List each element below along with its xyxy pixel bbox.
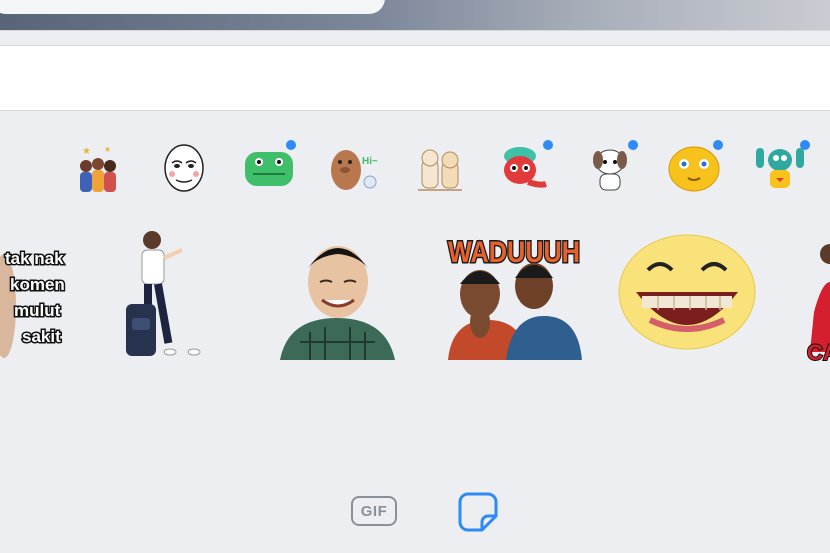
teal-monster-pack-icon [756,148,804,188]
partial-sticker-image: CA [806,244,830,366]
svg-text:Hi~: Hi~ [362,156,378,167]
sticker-grid: tak nak komen mulut sakit WADUUUH C [0,224,830,366]
green-dino-pack-icon [245,152,293,186]
gif-tab-button[interactable]: GIF [351,496,397,526]
background-header [0,0,830,30]
pack-green-dino[interactable] [243,140,296,194]
message-input-field[interactable] [0,46,830,110]
search-bar[interactable] [0,0,385,14]
pack-brown-bear[interactable]: Hi~ [328,142,380,194]
sticker-schoolkid[interactable] [122,228,212,360]
pack-dog-cat[interactable] [414,142,466,194]
mask-face-pack-icon [164,144,204,192]
pack-mask-face[interactable] [158,142,210,194]
sticker-pack-row: ★ ★ Hi~ [0,130,830,210]
pack-red-creature[interactable] [498,140,553,194]
new-badge [800,140,810,150]
squint-kid-sticker-image [280,246,395,360]
sticker-icon [458,492,498,532]
divider [0,110,830,111]
pack-teal-monster[interactable] [754,140,810,194]
caption-line: sakit [22,327,61,346]
pack-puppy[interactable] [584,140,638,194]
new-badge [628,140,638,150]
yellow-blob-pack-icon [668,146,720,192]
pack-friends[interactable]: ★ ★ [72,142,124,194]
waduh-sticker-image: WADUUUH [447,235,582,360]
schoolkid-sticker-image [126,231,201,356]
friends-pack-icon: ★ ★ [80,145,116,192]
new-badge [713,140,723,150]
bottom-tab-bar: GIF [0,488,830,538]
caption-line: mulut [14,301,61,320]
pack-yellow-blob[interactable] [668,140,723,194]
sticker-squint-kid[interactable] [280,232,395,360]
sticker-tab-button[interactable] [458,492,498,532]
brown-bear-pack-icon: Hi~ [331,150,378,190]
puppy-pack-icon [593,149,627,191]
sticker-caption[interactable]: tak nak komen mulut sakit [0,234,70,364]
red-creature-pack-icon [504,147,547,188]
caption-line: tak nak [5,249,64,268]
divider [0,30,830,31]
caption-line: komen [10,275,65,294]
new-badge [543,140,553,150]
gif-tab-label: GIF [360,502,388,520]
partial-sticker-text: CA [807,340,830,362]
dog-cat-pack-icon [418,149,462,191]
svg-text:★: ★ [82,146,91,157]
sticker-laugh-face[interactable] [618,234,756,350]
sticker-partial[interactable]: CA [804,232,830,366]
sticker-waduh[interactable]: WADUUUH [446,228,582,360]
new-badge [286,140,296,150]
caption-sticker-image: tak nak komen mulut sakit [0,248,66,358]
svg-text:★: ★ [104,145,111,154]
waduh-text: WADUUUH [448,236,580,269]
laugh-face-sticker-image [618,234,756,350]
